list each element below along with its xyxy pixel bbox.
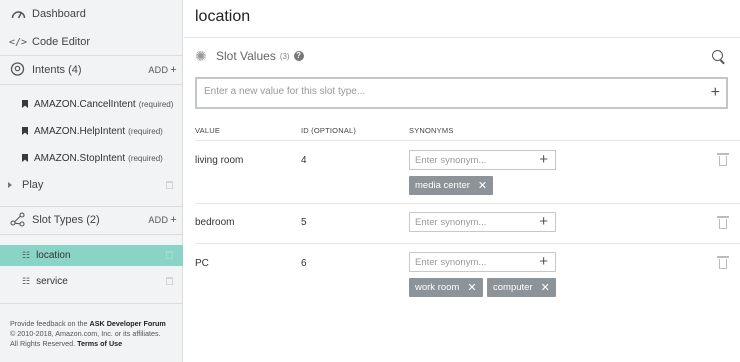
slot-types-icon: [10, 212, 26, 228]
slot-value[interactable]: PC: [195, 258, 209, 269]
intent-name: AMAZON.HelpIntent: [34, 125, 126, 137]
synonym-field[interactable]: +: [409, 252, 556, 272]
help-icon[interactable]: ?: [293, 51, 304, 61]
intent-required-tag: (required): [128, 153, 163, 163]
new-value-field[interactable]: +: [195, 77, 728, 109]
synonym-chip-label: work room: [415, 282, 460, 293]
intent-head-icon: [10, 62, 26, 78]
slot-value[interactable]: bedroom: [195, 217, 234, 228]
intent-item-play[interactable]: Play: [0, 175, 183, 195]
nav-dashboard[interactable]: Dashboard: [0, 4, 183, 24]
synonym-field[interactable]: +: [409, 150, 556, 170]
sidebar: Dashboard </> Code Editor Intents (4) AD…: [0, 0, 183, 362]
add-intent-label: ADD: [148, 65, 169, 75]
slot-type-name: location: [36, 250, 71, 261]
synonym-chip: work room ✕: [409, 278, 483, 297]
column-header-value: VALUE: [195, 126, 221, 135]
slot-value[interactable]: living room: [195, 155, 243, 166]
new-value-input[interactable]: [204, 86, 684, 97]
synonym-field[interactable]: +: [409, 212, 556, 232]
plus-icon[interactable]: +: [539, 254, 548, 270]
close-icon[interactable]: ✕: [467, 281, 476, 294]
divider: [0, 234, 183, 235]
slot-types-section-header: Slot Types (2) ADD +: [0, 206, 183, 234]
page-title: location: [195, 8, 251, 25]
intents-label: Intents (4): [32, 64, 82, 76]
bookmark-icon: [22, 127, 28, 135]
intent-item[interactable]: AMAZON.StopIntent (required): [0, 145, 183, 171]
caret-right-icon[interactable]: [8, 182, 12, 188]
forum-link[interactable]: ASK Developer Forum: [90, 319, 166, 328]
slot-type-item-location[interactable]: ☷ location: [0, 245, 183, 266]
sidebar-footer: Provide feedback on the ASK Developer Fo…: [10, 319, 180, 349]
gear-icon: ✺: [195, 48, 207, 64]
slot-values-count: (3): [279, 51, 290, 61]
intent-item[interactable]: AMAZON.HelpIntent (required): [0, 118, 183, 144]
divider: [184, 37, 740, 38]
trash-icon[interactable]: [166, 181, 173, 189]
copyright-text: © 2010-2018, Amazon.com, Inc. or its aff…: [10, 329, 161, 338]
intent-required-tag: (required): [128, 126, 163, 136]
list-icon: ☷: [22, 276, 31, 286]
add-slot-type-label: ADD: [148, 215, 169, 225]
divider: [195, 140, 740, 141]
trash-icon[interactable]: [166, 277, 173, 285]
column-header-id: ID (OPTIONAL): [301, 126, 357, 135]
nav-dashboard-label: Dashboard: [32, 8, 86, 20]
nav-code-editor-label: Code Editor: [32, 36, 91, 48]
column-header-synonyms: SYNONYMS: [409, 126, 454, 135]
search-icon[interactable]: [712, 50, 723, 61]
intent-required-tag: (required): [138, 99, 174, 109]
plus-icon[interactable]: +: [711, 85, 720, 101]
plus-icon[interactable]: +: [539, 214, 548, 230]
slot-type-item-service[interactable]: ☷ service: [0, 270, 183, 293]
list-icon: ☷: [22, 250, 31, 260]
bookmark-icon: [22, 154, 28, 162]
slot-id[interactable]: 5: [301, 217, 307, 228]
intent-name: AMAZON.StopIntent: [34, 152, 126, 164]
synonym-chip-label: computer: [493, 282, 533, 293]
plus-icon: +: [170, 214, 177, 226]
slot-values-label: Slot Values: [216, 49, 276, 63]
footer-text: All Rights Reserved.: [10, 339, 76, 348]
slot-id[interactable]: 4: [301, 155, 307, 166]
add-intent-button[interactable]: ADD +: [148, 64, 177, 76]
divider: [195, 243, 740, 244]
bookmark-icon: [22, 100, 28, 108]
plus-icon[interactable]: +: [539, 152, 548, 168]
synonym-input[interactable]: [415, 217, 525, 228]
trash-icon[interactable]: [717, 153, 729, 166]
divider: [195, 203, 740, 204]
code-icon: </>: [8, 36, 28, 48]
synonym-input[interactable]: [415, 155, 525, 166]
synonym-input[interactable]: [415, 257, 525, 268]
trash-icon[interactable]: [166, 251, 173, 259]
synonym-chip-label: media center: [415, 180, 470, 191]
synonym-chip: media center ✕: [409, 176, 494, 195]
plus-icon: +: [170, 64, 177, 76]
slot-id[interactable]: 6: [301, 258, 307, 269]
trash-icon[interactable]: [717, 216, 729, 229]
nav-code-editor[interactable]: </> Code Editor: [0, 32, 183, 52]
divider: [0, 303, 183, 304]
intent-name: Play: [22, 179, 44, 191]
main-panel: location ✺ Slot Values (3) ? + VALUE ID …: [184, 0, 740, 362]
synonym-chip: computer ✕: [487, 278, 556, 297]
terms-link[interactable]: Terms of Use: [77, 339, 122, 348]
footer-text: Provide feedback on the: [10, 319, 88, 328]
intents-section-header: Intents (4) ADD +: [0, 56, 183, 84]
divider: [0, 84, 183, 85]
slot-type-name: service: [36, 276, 68, 287]
slot-types-label: Slot Types (2): [32, 214, 100, 226]
trash-icon[interactable]: [717, 256, 729, 269]
intent-name: AMAZON.CancelIntent: [34, 98, 136, 110]
intent-item[interactable]: AMAZON.CancelIntent (required): [0, 91, 183, 117]
slot-values-header: ✺ Slot Values (3) ?: [195, 47, 304, 65]
add-slot-type-button[interactable]: ADD +: [148, 214, 177, 226]
gauge-icon: [10, 7, 26, 21]
close-icon[interactable]: ✕: [541, 281, 550, 294]
close-icon[interactable]: ✕: [478, 179, 487, 192]
